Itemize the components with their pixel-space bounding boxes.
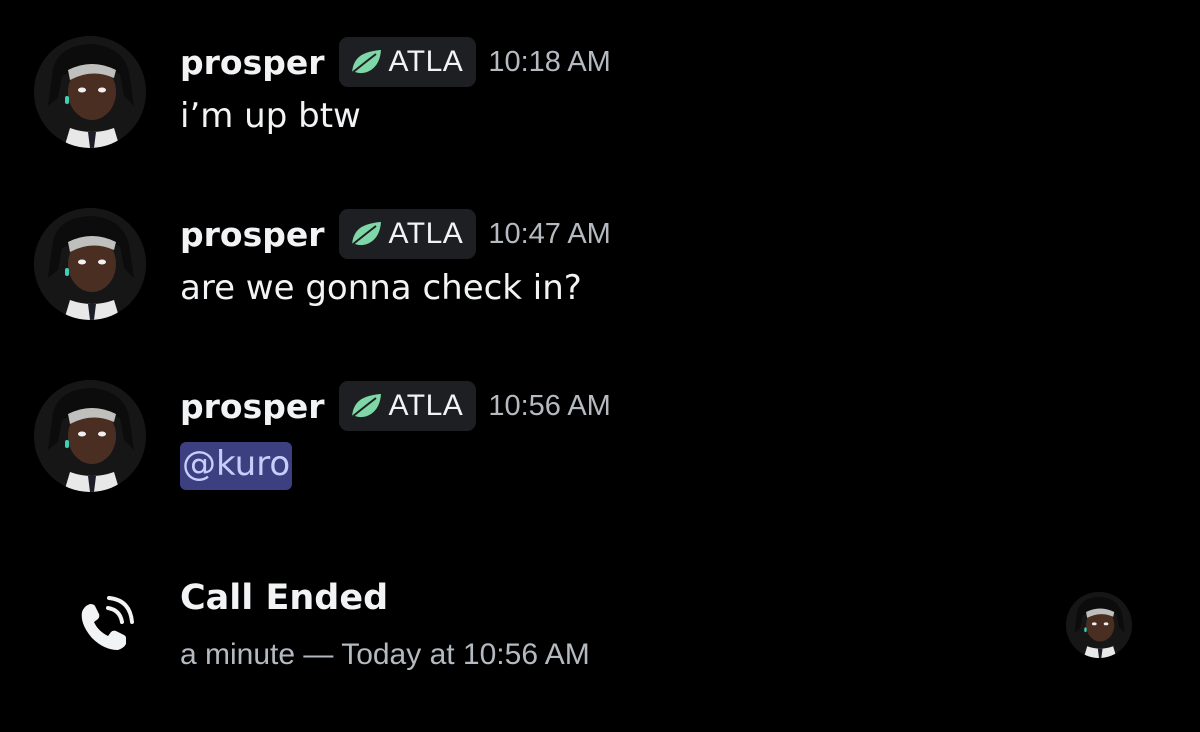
leaf-icon [350, 50, 381, 74]
server-tag[interactable]: ATLA [338, 381, 477, 431]
leaf-icon [350, 394, 381, 418]
message-timestamp: 10:18 AM [488, 45, 611, 78]
call-title: Call Ended [180, 578, 389, 618]
chat-screen: prosper ATLA 10:18 AM i’m up btw prosper… [0, 0, 1200, 732]
message-timestamp: 10:56 AM [488, 389, 611, 422]
avatar[interactable] [34, 36, 146, 148]
user-mention[interactable]: @kuro [180, 442, 293, 490]
character-avatar-icon [34, 208, 146, 320]
server-tag[interactable]: ATLA [338, 209, 477, 259]
message-header: prosper ATLA 10:47 AM [180, 208, 611, 260]
server-tag[interactable]: ATLA [338, 37, 477, 87]
username[interactable]: prosper [180, 387, 325, 426]
character-avatar-icon [34, 36, 146, 148]
message-header: prosper ATLA 10:18 AM [180, 36, 611, 88]
avatar[interactable] [34, 208, 146, 320]
username[interactable]: prosper [180, 43, 325, 82]
phone-icon [81, 596, 134, 650]
message[interactable]: prosper ATLA 10:18 AM i’m up btw [0, 36, 1200, 176]
message-text: @kuro [180, 442, 293, 490]
character-avatar-icon [1066, 592, 1132, 658]
call-participant-avatar[interactable] [1066, 592, 1132, 658]
tag-label: ATLA [388, 217, 464, 250]
username[interactable]: prosper [180, 215, 325, 254]
character-avatar-icon [34, 380, 146, 492]
tag-label: ATLA [388, 389, 464, 422]
call-meta: a minute — Today at 10:56 AM [180, 638, 590, 671]
avatar[interactable] [34, 380, 146, 492]
message-timestamp: 10:47 AM [488, 217, 611, 250]
tag-label: ATLA [388, 45, 464, 78]
message[interactable]: prosper ATLA 10:47 AM are we gonna check… [0, 208, 1200, 348]
message-text: i’m up btw [180, 96, 361, 136]
message-text: are we gonna check in? [180, 268, 582, 308]
message[interactable]: prosper ATLA 10:56 AM @kuro [0, 380, 1200, 520]
leaf-icon [350, 222, 381, 246]
message-header: prosper ATLA 10:56 AM [180, 380, 611, 432]
